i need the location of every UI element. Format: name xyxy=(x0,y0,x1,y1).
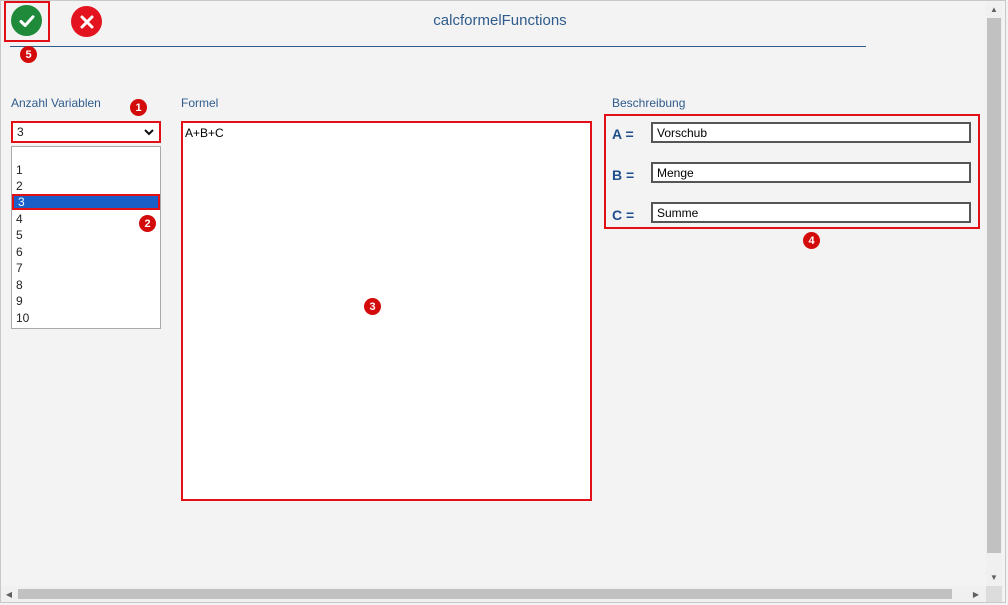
badge-5: 5 xyxy=(20,46,37,63)
variables-select[interactable]: 3 xyxy=(11,121,161,143)
scroll-down-icon[interactable]: ▼ xyxy=(987,570,1001,584)
option-1[interactable]: 1 xyxy=(12,162,160,178)
formula-label: Formel xyxy=(181,96,219,110)
option-5[interactable]: 5 xyxy=(12,227,160,243)
variables-select-value: 3 xyxy=(17,125,24,139)
var-label-b: B = xyxy=(612,167,635,183)
option-6[interactable]: 6 xyxy=(12,244,160,260)
scrollbar-corner xyxy=(986,586,1002,602)
badge-2: 2 xyxy=(139,215,156,232)
vertical-scroll-thumb[interactable] xyxy=(987,18,1001,553)
description-input-c[interactable] xyxy=(651,202,971,223)
var-label-c: C = xyxy=(612,207,635,223)
formula-textarea[interactable]: A+B+C xyxy=(181,121,592,501)
badge-3: 3 xyxy=(364,298,381,315)
variables-label: Anzahl Variablen xyxy=(11,96,101,110)
badge-1: 1 xyxy=(130,99,147,116)
option-3-selected[interactable]: 3 xyxy=(12,194,160,210)
variables-listbox[interactable]: 1 2 3 4 5 6 7 8 9 10 xyxy=(11,146,161,329)
var-label-a: A = xyxy=(612,126,634,142)
option-2[interactable]: 2 xyxy=(12,178,160,194)
description-label: Beschreibung xyxy=(612,96,686,110)
title-divider xyxy=(10,46,866,47)
description-input-a[interactable] xyxy=(651,122,971,143)
option-8[interactable]: 8 xyxy=(12,277,160,293)
chevron-down-icon xyxy=(144,129,154,136)
cancel-button[interactable] xyxy=(71,6,102,37)
option-4[interactable]: 4 xyxy=(12,211,160,227)
scroll-up-icon[interactable]: ▲ xyxy=(987,2,1001,16)
option-10[interactable]: 10 xyxy=(12,310,160,326)
scroll-right-icon[interactable]: ▶ xyxy=(969,587,983,601)
description-input-b[interactable] xyxy=(651,162,971,183)
option-7[interactable]: 7 xyxy=(12,260,160,276)
badge-4: 4 xyxy=(803,232,820,249)
option-9[interactable]: 9 xyxy=(12,293,160,309)
horizontal-scroll-thumb[interactable] xyxy=(18,589,952,599)
scroll-left-icon[interactable]: ◀ xyxy=(2,587,16,601)
x-circle-icon xyxy=(80,15,93,28)
ok-button-highlight xyxy=(4,1,50,42)
window-title: calcformelFunctions xyxy=(433,12,567,29)
